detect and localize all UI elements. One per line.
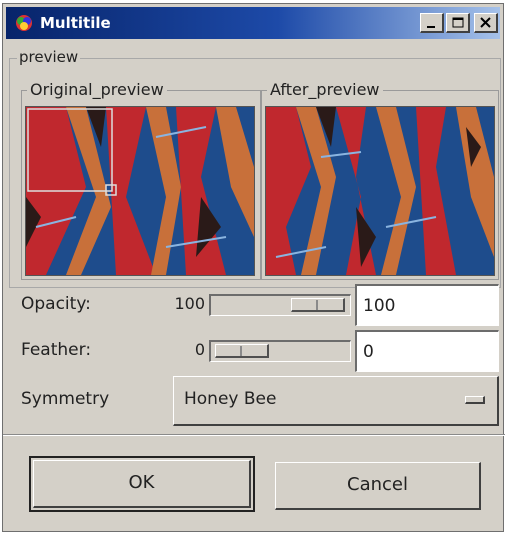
- cancel-button[interactable]: Cancel: [275, 462, 481, 510]
- symmetry-dropdown[interactable]: Honey Bee: [173, 376, 499, 426]
- opacity-min-label: 100: [174, 294, 205, 313]
- multitile-window: Multitile preview Original_preview After…: [2, 3, 505, 532]
- opacity-input[interactable]: [355, 284, 499, 326]
- ok-button[interactable]: OK: [29, 456, 255, 512]
- feather-slider[interactable]: [209, 340, 351, 362]
- title-bar[interactable]: Multitile: [6, 7, 500, 39]
- original-preview-label: Original_preview: [27, 80, 167, 99]
- feather-input[interactable]: [355, 330, 499, 372]
- preview-group-label: preview: [17, 48, 81, 66]
- minimize-icon: [427, 26, 435, 28]
- button-separator: [3, 434, 505, 436]
- opacity-slider[interactable]: [209, 294, 351, 316]
- feather-min-label: 0: [194, 340, 205, 359]
- feather-slider-thumb[interactable]: [215, 344, 269, 358]
- symmetry-selected: Honey Bee: [184, 389, 277, 409]
- symmetry-label: Symmetry: [21, 389, 110, 409]
- window-title: Multitile: [40, 14, 111, 32]
- after-preview-image: [265, 106, 495, 276]
- minimize-button[interactable]: [420, 13, 444, 33]
- dropdown-indicator-icon: [465, 396, 485, 404]
- feather-label: Feather:: [21, 340, 92, 360]
- after-preview-label: After_preview: [267, 80, 383, 99]
- opacity-slider-thumb[interactable]: [291, 298, 345, 312]
- maximize-icon: [452, 17, 464, 28]
- close-icon: [480, 17, 491, 28]
- app-icon: [16, 15, 32, 31]
- close-button[interactable]: [474, 13, 498, 33]
- original-preview-image[interactable]: [25, 106, 255, 276]
- opacity-label: Opacity:: [21, 294, 91, 314]
- maximize-button[interactable]: [446, 13, 470, 33]
